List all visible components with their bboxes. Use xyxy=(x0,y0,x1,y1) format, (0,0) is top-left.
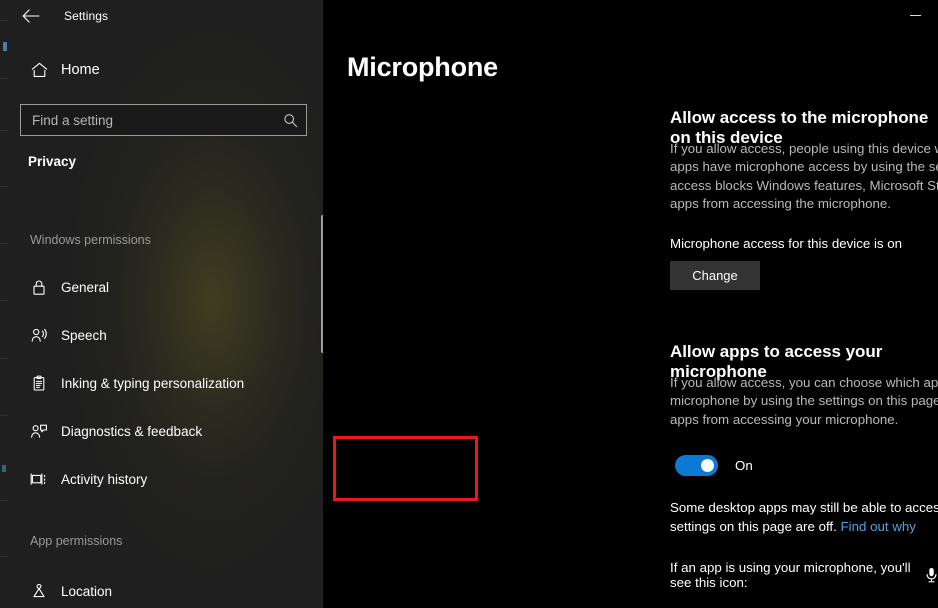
apps-microphone-toggle[interactable] xyxy=(675,455,718,476)
sidebar-item-speech-label: Speech xyxy=(61,327,107,343)
sidebar-item-speech[interactable]: Speech xyxy=(28,321,107,349)
settings-window: Settings Home Find a setting Privacy Win… xyxy=(0,0,938,608)
window-titlebar: Settings xyxy=(8,0,323,32)
person-feedback-icon xyxy=(28,420,50,442)
back-arrow-icon[interactable] xyxy=(8,0,54,32)
window-title: Settings xyxy=(64,9,109,23)
activity-history-icon xyxy=(28,468,50,490)
main-content: Microphone Allow access to the microphon… xyxy=(323,0,938,608)
apps-microphone-toggle-row: On xyxy=(675,455,753,476)
location-pin-icon xyxy=(28,580,50,602)
sidebar-item-activity-history[interactable]: Activity history xyxy=(28,465,147,493)
search-input[interactable] xyxy=(21,105,274,135)
change-button[interactable]: Change xyxy=(670,261,760,290)
background-window-accent-2 xyxy=(2,465,6,472)
lock-icon xyxy=(28,276,50,298)
microphone-icon-note-row: If an app is using your microphone, you'… xyxy=(670,560,938,590)
home-icon xyxy=(28,59,50,81)
sidebar-item-home-label: Home xyxy=(61,62,100,78)
sidebar-item-inking-label: Inking & typing personalization xyxy=(61,375,245,391)
sidebar-item-activity-history-label: Activity history xyxy=(61,471,148,487)
sidebar-category-title: Privacy xyxy=(28,154,77,169)
microphone-icon-note-text: If an app is using your microphone, you'… xyxy=(670,560,911,590)
sidebar-item-diagnostics-label: Diagnostics & feedback xyxy=(61,423,203,439)
sidebar-item-general[interactable]: General xyxy=(28,273,109,301)
find-out-why-link[interactable]: Find out why xyxy=(841,519,916,534)
page-title: Microphone xyxy=(347,52,498,82)
section-paragraph-apps-access: If you allow access, you can choose whic… xyxy=(670,375,938,427)
search-icon[interactable] xyxy=(274,105,306,135)
clipboard-pen-icon xyxy=(28,372,50,394)
background-window-accent xyxy=(3,42,7,51)
sidebar-group-heading-app-permissions: App permissions xyxy=(30,534,123,548)
microphone-icon xyxy=(925,567,938,584)
sidebar: Settings Home Find a setting Privacy Win… xyxy=(8,0,323,608)
sidebar-item-inking-typing-personalization[interactable]: Inking & typing personalization xyxy=(28,369,244,397)
sidebar-item-home[interactable]: Home xyxy=(28,57,323,83)
device-access-status: Microphone access for this device is on xyxy=(670,236,903,251)
desktop-apps-note: Some desktop apps may still be able to a… xyxy=(670,499,938,536)
change-button-wrapper: Change xyxy=(670,261,760,290)
minimize-icon xyxy=(909,14,921,16)
search-box[interactable] xyxy=(20,104,307,136)
speech-person-icon xyxy=(28,324,50,346)
toggle-knob xyxy=(701,459,714,472)
sidebar-item-diagnostics-feedback[interactable]: Diagnostics & feedback xyxy=(28,417,202,445)
sidebar-nav: Home Privacy Windows permissions xyxy=(8,46,323,608)
background-window-sliver xyxy=(0,0,8,608)
sidebar-item-location-label: Location xyxy=(61,583,113,599)
section-paragraph-device-access: If you allow access, people using this d… xyxy=(670,141,938,211)
apps-microphone-toggle-label: On xyxy=(735,458,753,473)
minimize-button[interactable] xyxy=(892,0,938,30)
sidebar-item-general-label: General xyxy=(61,279,110,295)
sidebar-group-heading-windows-permissions: Windows permissions xyxy=(30,233,151,247)
sidebar-item-location[interactable]: Location xyxy=(28,577,112,605)
